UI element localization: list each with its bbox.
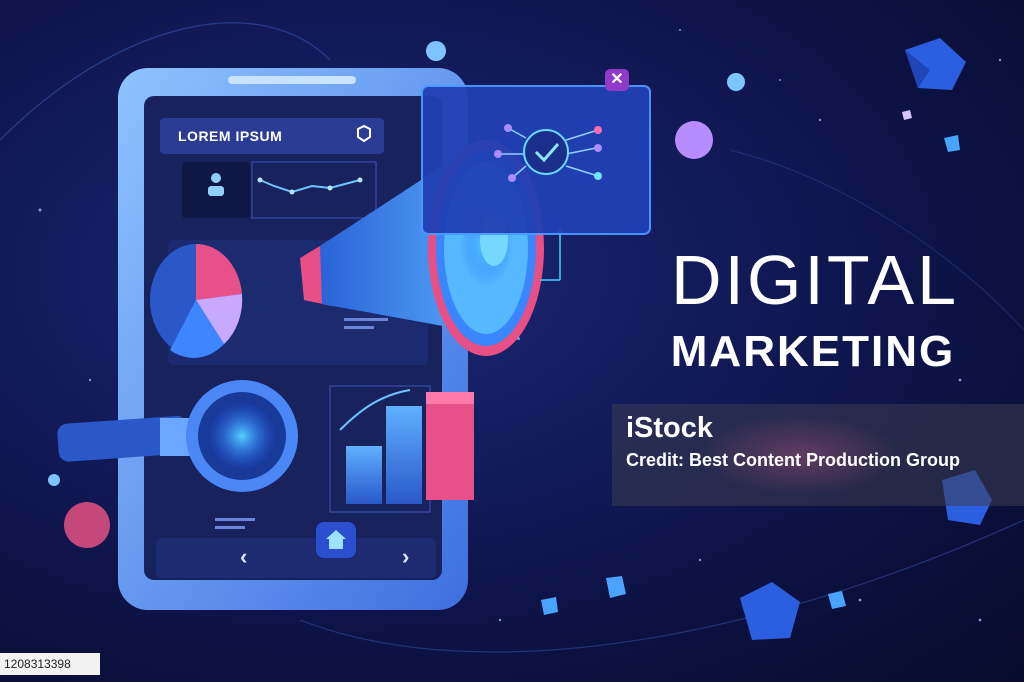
image-id-label: 1208313398 xyxy=(0,653,100,675)
orb-tiny-blue xyxy=(48,474,60,486)
headline-marketing: MARKETING xyxy=(670,327,956,376)
orb-purple xyxy=(675,121,713,159)
orb-small-blue xyxy=(426,41,446,61)
orb-red xyxy=(64,502,110,548)
user-icon xyxy=(211,173,221,183)
marketing-illustration: LOREM IPSUM ‹ › ✕ DIGITAL MARKETING iSto… xyxy=(0,0,1024,682)
nav-next-arrow: › xyxy=(402,544,410,569)
nav-prev-arrow: ‹ xyxy=(240,544,248,569)
watermark-credit: Credit: Best Content Production Group xyxy=(626,450,960,470)
headline-digital: DIGITAL xyxy=(670,241,960,319)
orb-small-blue-2 xyxy=(727,73,745,91)
phone-header-title: LOREM IPSUM xyxy=(178,128,283,144)
close-icon: ✕ xyxy=(605,69,629,91)
watermark-logo: iStock xyxy=(626,412,714,444)
cube-2 xyxy=(740,582,800,640)
